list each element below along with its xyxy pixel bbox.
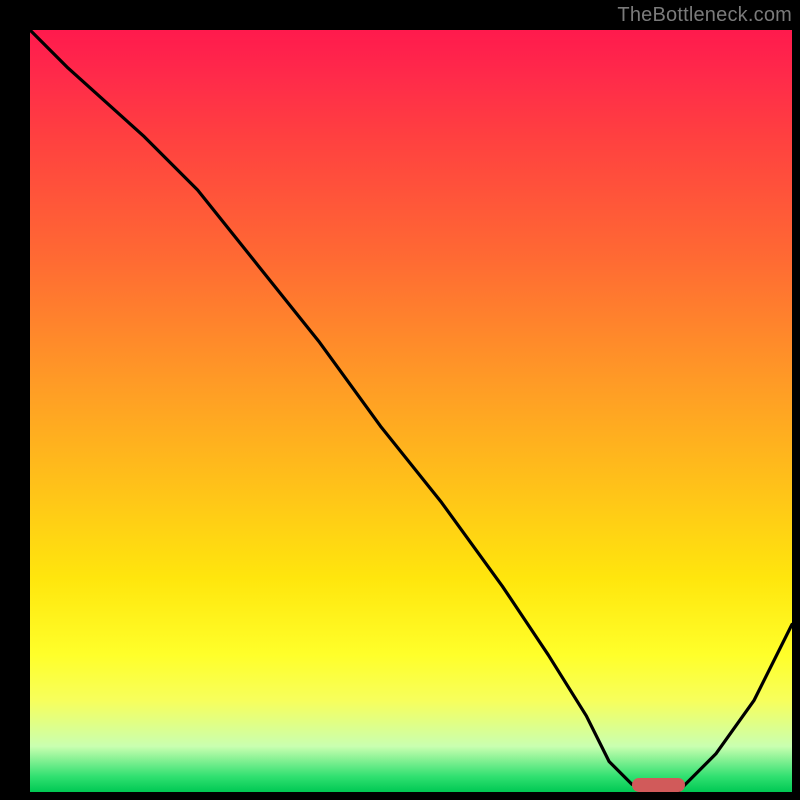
plot-background-gradient	[30, 30, 792, 792]
chart-frame: TheBottleneck.com	[0, 0, 800, 800]
optimal-range-marker	[632, 778, 685, 792]
attribution-text: TheBottleneck.com	[617, 4, 792, 27]
